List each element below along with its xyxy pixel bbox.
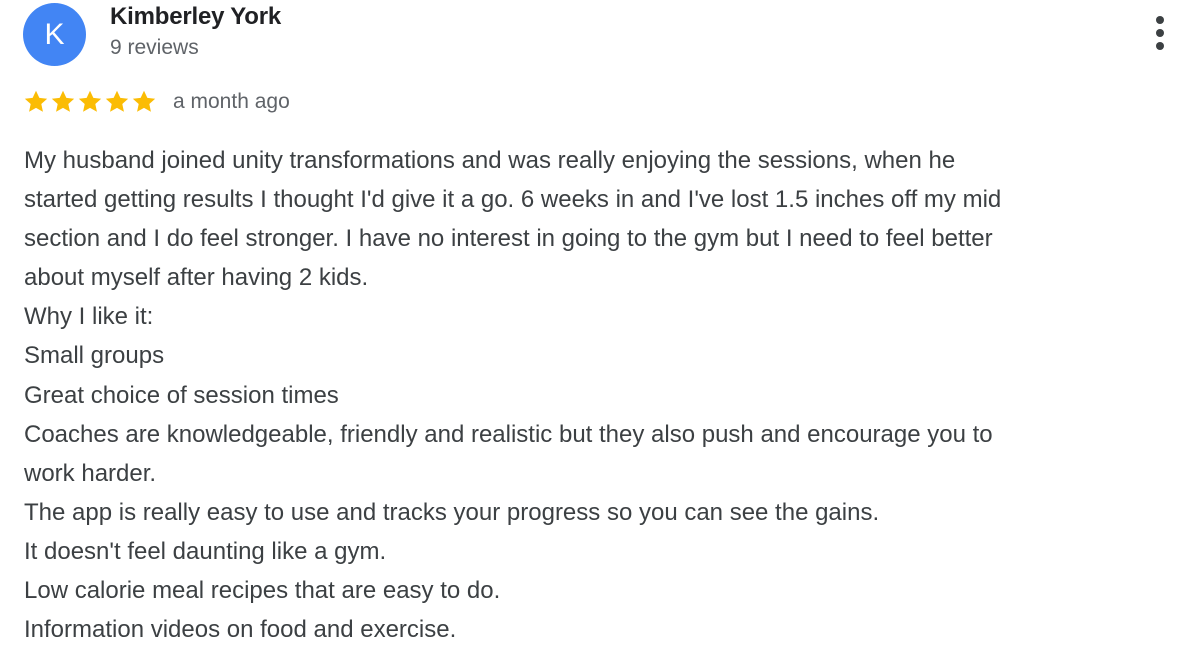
review-line: Information videos on food and exercise. xyxy=(24,616,457,644)
review-line: Small groups xyxy=(24,342,165,370)
review-line: about myself after having 2 kids. xyxy=(24,264,369,292)
review-text: My husband joined unity transformations … xyxy=(24,141,1174,649)
star-icon xyxy=(132,90,156,112)
review-count[interactable]: 9 reviews xyxy=(110,36,199,60)
star-icon xyxy=(24,90,48,112)
review-line: work harder. xyxy=(24,459,157,487)
review-line: The app is really easy to use and tracks… xyxy=(24,498,880,526)
rating-row: a month ago xyxy=(23,86,290,118)
review-date: a month ago xyxy=(173,90,290,113)
star-icon xyxy=(51,90,75,112)
review-line: Why I like it: xyxy=(24,303,154,331)
review-line: section and I do feel stronger. I have n… xyxy=(24,225,993,253)
review-line: Low calorie meal recipes that are easy t… xyxy=(24,577,501,605)
review-line: started getting results I thought I'd gi… xyxy=(24,186,1002,214)
review-line: It doesn't feel daunting like a gym. xyxy=(24,537,387,565)
review-line: Great choice of session times xyxy=(24,381,339,409)
reviewer-name[interactable]: Kimberley York xyxy=(110,3,281,31)
more-vert-icon xyxy=(1156,16,1164,50)
avatar[interactable]: K xyxy=(23,3,86,66)
star-rating xyxy=(23,89,157,115)
review-line: My husband joined unity transformations … xyxy=(24,147,956,174)
star-icon xyxy=(78,90,102,112)
star-icon xyxy=(105,90,129,112)
more-options-button[interactable] xyxy=(1144,12,1176,54)
review-line: Coaches are knowledgeable, friendly and … xyxy=(24,420,993,448)
avatar-initial: K xyxy=(44,17,65,51)
review-card: K Kimberley York 9 reviews a month ago M… xyxy=(0,0,1200,659)
